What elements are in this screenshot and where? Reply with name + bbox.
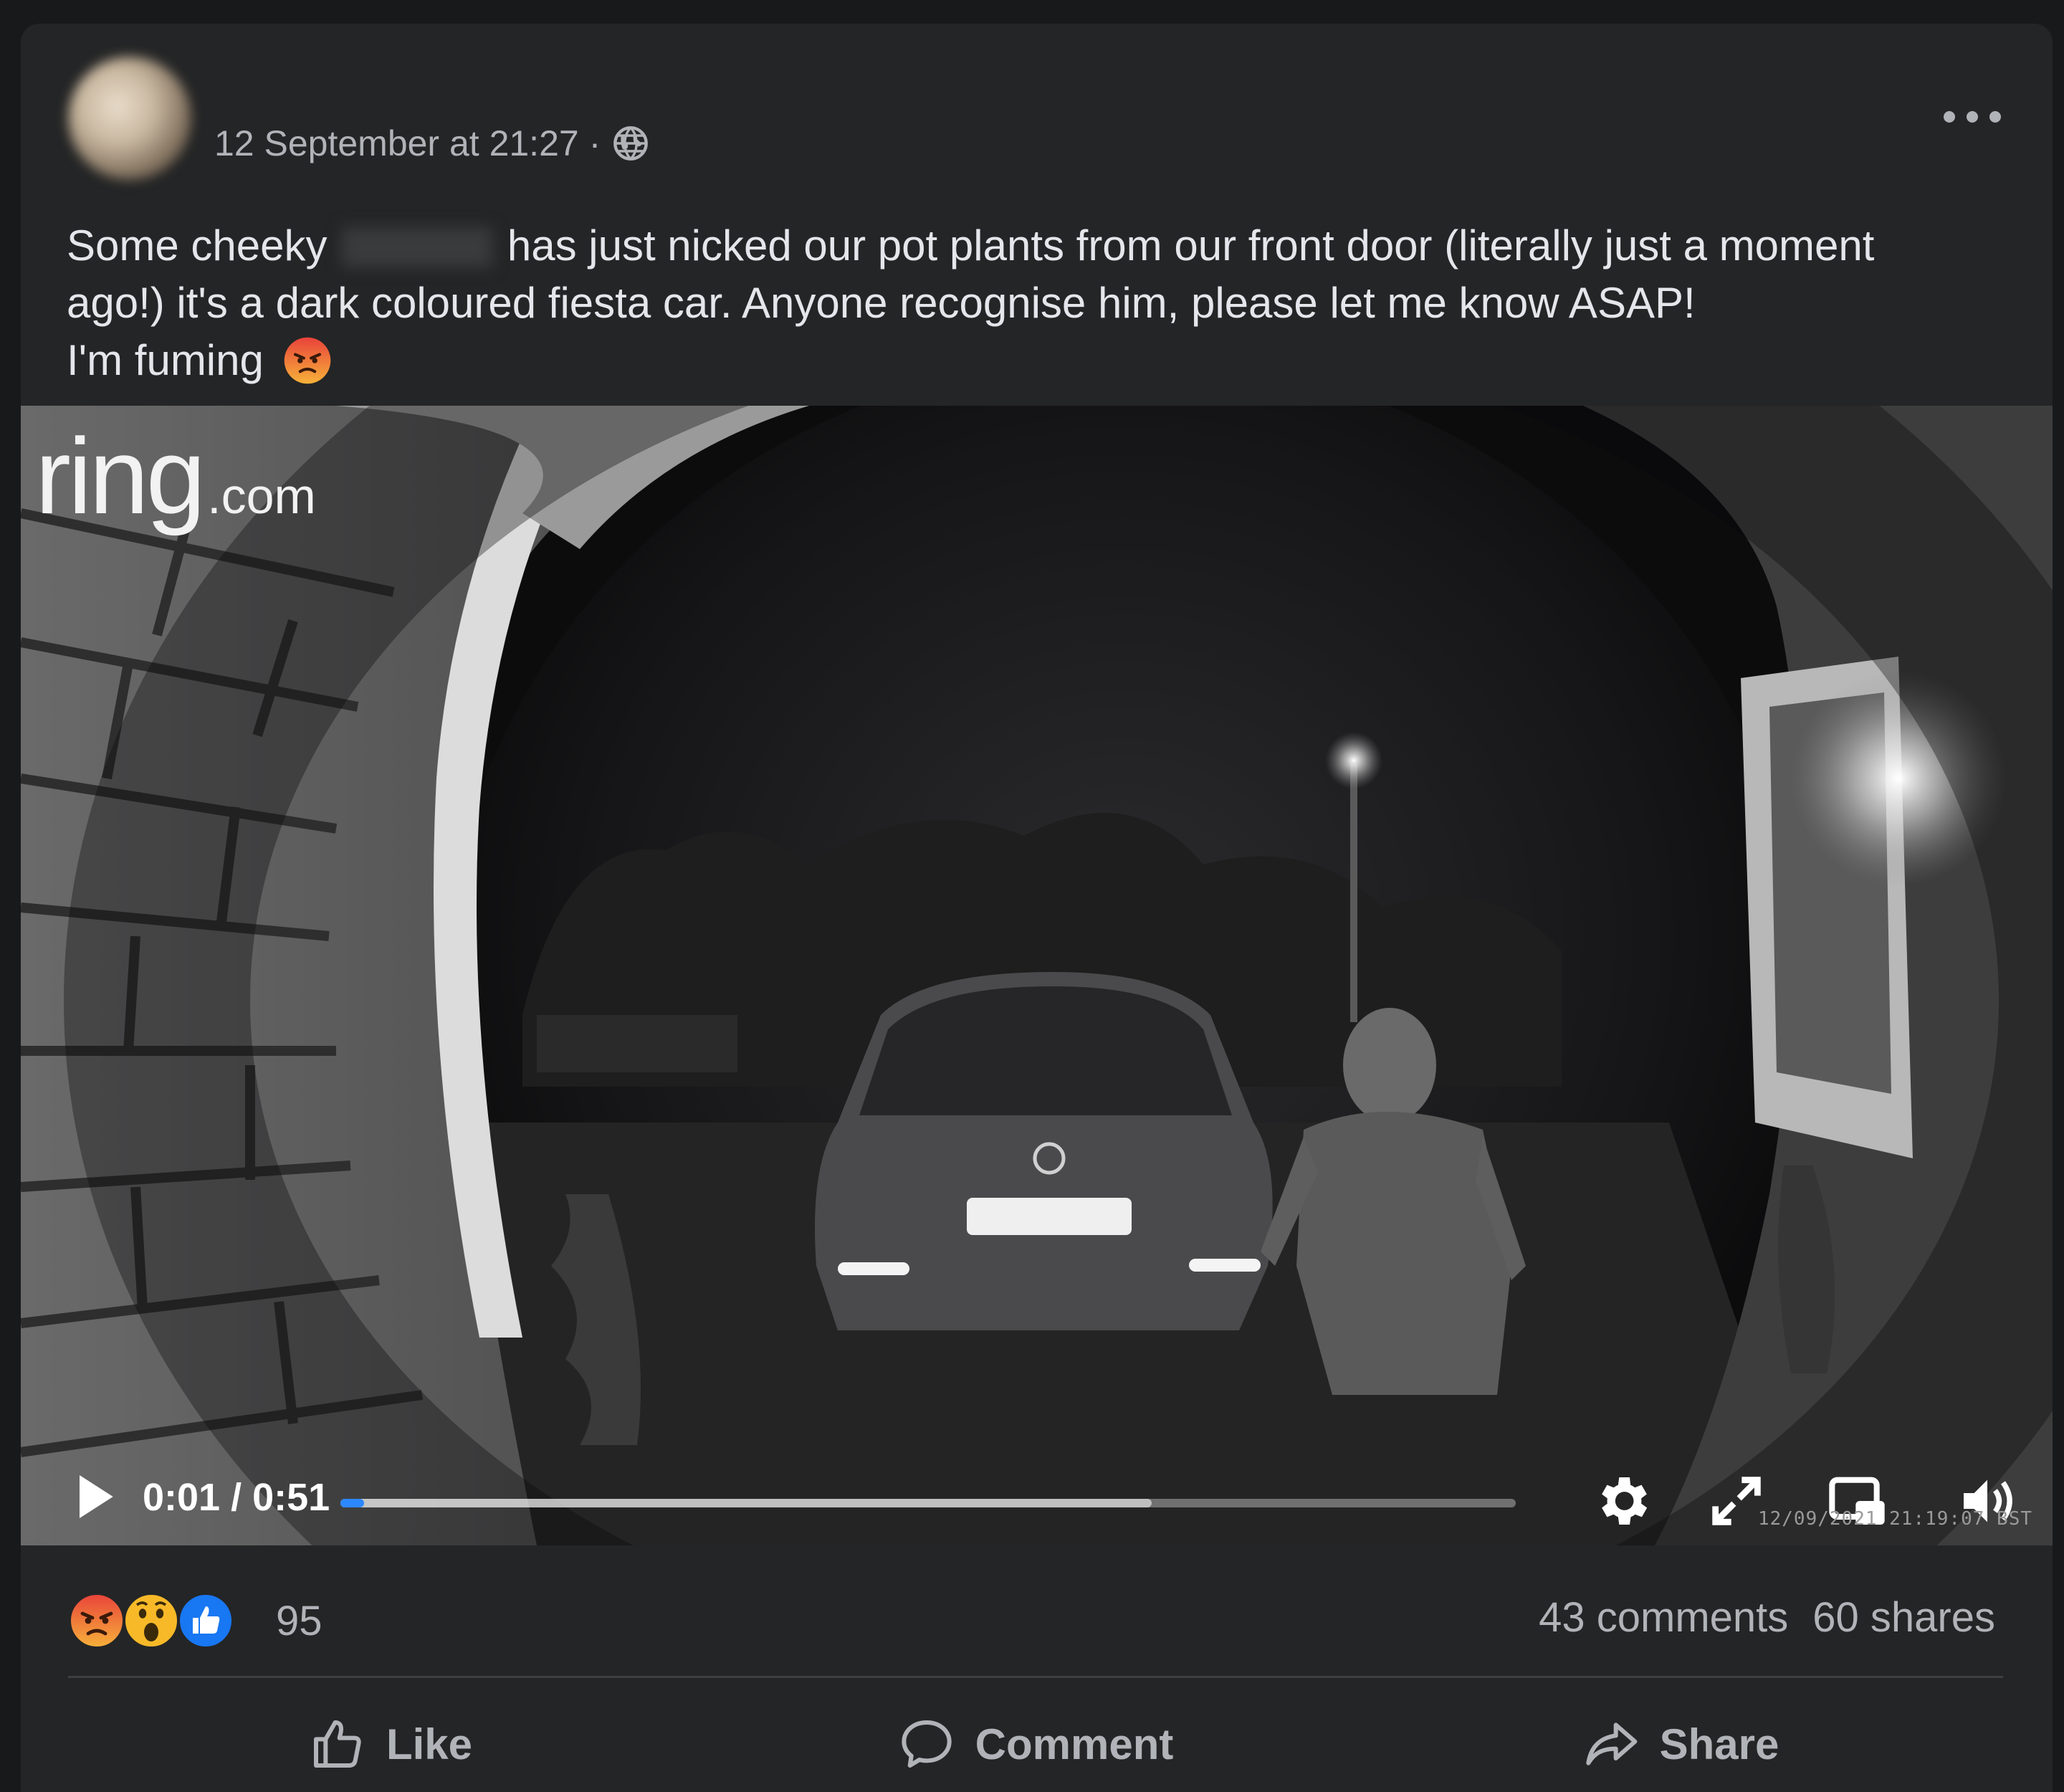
like-icon xyxy=(177,1592,234,1649)
facebook-post-card: 12 September at 21:27 · Some cheeky has … xyxy=(21,24,2053,1792)
play-icon[interactable] xyxy=(65,1468,123,1525)
caption-line1-start: Some cheeky xyxy=(67,221,328,270)
engagement-stats: 43 comments 60 shares xyxy=(1539,1593,1995,1641)
ring-brand-text: ring xyxy=(35,416,206,536)
avatar[interactable] xyxy=(68,57,191,180)
dot xyxy=(1989,111,2001,123)
thumbs-up-icon xyxy=(313,1720,361,1768)
angry-emoji-icon xyxy=(284,337,330,384)
dot xyxy=(1967,111,1978,123)
doorbell-camera-frame xyxy=(21,406,2053,1545)
reactions-summary[interactable]: 95 xyxy=(68,1588,322,1653)
share-arrow-icon xyxy=(1585,1722,1637,1765)
video-progress-bar[interactable] xyxy=(340,1499,1516,1507)
wow-icon xyxy=(123,1592,180,1649)
angry-icon xyxy=(68,1592,125,1649)
comment-label: Comment xyxy=(975,1720,1174,1768)
divider xyxy=(68,1676,2003,1678)
dot xyxy=(1944,111,1955,123)
post-timestamp[interactable]: 12 September at 21:27 · xyxy=(214,123,601,164)
comment-button[interactable]: Comment xyxy=(713,1701,1358,1787)
more-options-button[interactable] xyxy=(1944,103,2001,131)
gear-icon[interactable] xyxy=(1590,1469,1653,1533)
post-meta: 12 September at 21:27 · xyxy=(214,122,649,165)
globe-icon xyxy=(613,126,649,161)
redacted-word xyxy=(342,227,493,267)
ring-domain-text: .com xyxy=(207,468,316,524)
reaction-icons xyxy=(68,1592,262,1649)
camera-timestamp: 12/09/2021 21:19:07 BST xyxy=(1757,1508,2032,1530)
reaction-count: 95 xyxy=(276,1597,322,1644)
post-actions: Like Comment Share xyxy=(68,1701,2003,1787)
speech-bubble-icon xyxy=(901,1720,952,1768)
video-player[interactable]: ring .com 0:01 / 0:51 12/09/2021 21:19:0… xyxy=(21,406,2053,1545)
video-time: 0:01 / 0:51 xyxy=(143,1476,330,1519)
share-button[interactable]: Share xyxy=(1358,1701,2003,1787)
like-label: Like xyxy=(386,1720,473,1768)
comments-count-link[interactable]: 43 comments xyxy=(1539,1593,1788,1641)
played-bar xyxy=(340,1499,364,1507)
share-label: Share xyxy=(1659,1720,1779,1768)
post-caption: Some cheeky has just nicked our pot plan… xyxy=(67,217,2002,389)
like-button[interactable]: Like xyxy=(68,1701,713,1787)
caption-line3: I'm fuming xyxy=(67,336,264,384)
shares-count-link[interactable]: 60 shares xyxy=(1812,1593,1995,1641)
video-controls: 0:01 / 0:51 xyxy=(21,1459,2053,1538)
ring-watermark: ring .com xyxy=(35,414,316,536)
caption-line1-end: has just nicked our pot plants from our … xyxy=(507,221,1875,270)
buffered-bar xyxy=(340,1499,1152,1507)
caption-line2: ago!) it's a dark coloured fiesta car. A… xyxy=(67,279,1696,327)
